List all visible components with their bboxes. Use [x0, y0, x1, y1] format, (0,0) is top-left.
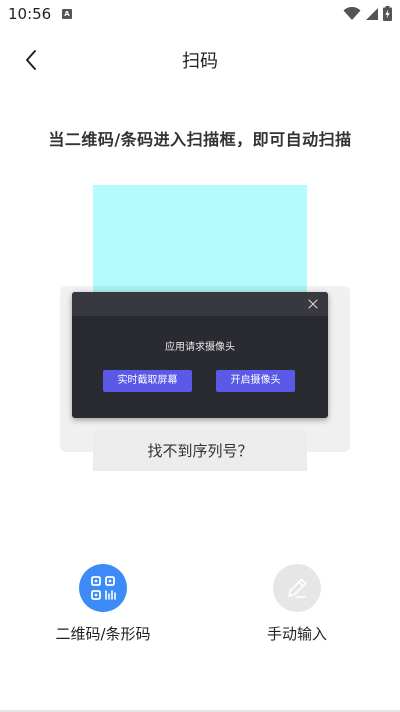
signal-icon [366, 7, 378, 20]
qr-mode-label[interactable]: 二维码/条形码 [39, 623, 167, 644]
dialog-header [72, 292, 328, 316]
wifi-icon [343, 6, 361, 20]
battery-charging-icon [383, 6, 392, 21]
scan-instruction: 当二维码/条码进入扫描框，即可自动扫描 [48, 130, 352, 149]
qr-mode-button[interactable] [79, 564, 127, 612]
open-camera-button[interactable]: 开启摄像头 [216, 370, 295, 392]
dialog-message: 应用请求摄像头 [165, 342, 235, 353]
status-time: 10:56 [8, 5, 52, 23]
manual-input-label[interactable]: 手动输入 [233, 623, 361, 644]
status-bar: 10:56 A [0, 0, 400, 28]
app-bar: 扫码 [0, 40, 400, 80]
capture-screen-button[interactable]: 实时截取屏幕 [103, 370, 192, 392]
qr-code-icon [91, 576, 116, 600]
camera-request-dialog: 应用请求摄像头 实时截取屏幕 开启摄像头 [72, 292, 328, 418]
status-icons [343, 6, 392, 21]
notification-icon: A [62, 9, 72, 19]
page-title: 扫码 [182, 51, 218, 72]
serial-not-found-link[interactable]: 找不到序列号？ [93, 431, 307, 471]
manual-input-button[interactable] [273, 564, 321, 612]
close-icon[interactable] [306, 297, 320, 311]
pencil-icon [288, 578, 307, 598]
